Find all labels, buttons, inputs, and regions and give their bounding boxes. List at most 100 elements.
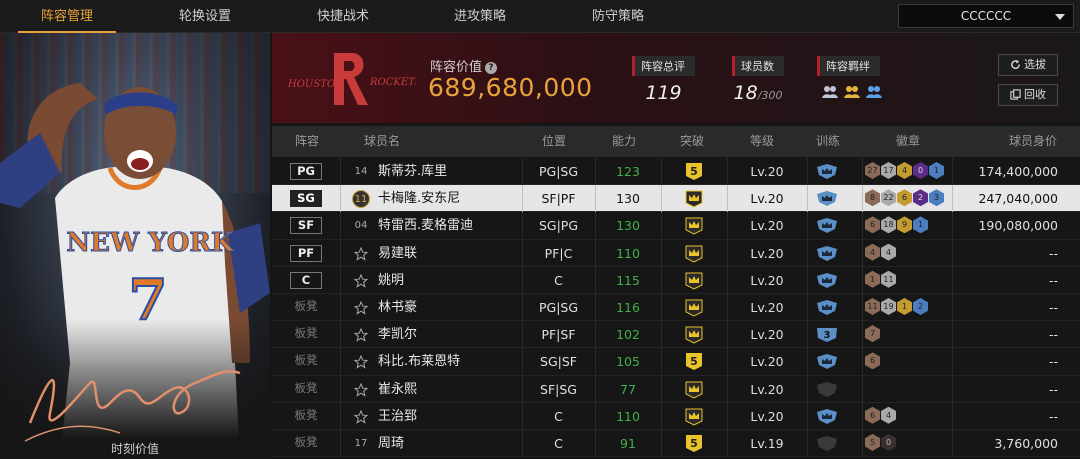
player-name[interactable]: 林书豪 (378, 294, 417, 321)
training-icon[interactable] (816, 299, 838, 316)
chemistry-stat: 阵容羁绊 (817, 55, 883, 100)
column-separator (952, 429, 953, 457)
badge-list[interactable]: 64 (865, 406, 896, 424)
player-name[interactable]: 王治郅 (378, 403, 417, 430)
player-name[interactable]: 李凯尔 (378, 321, 417, 348)
player-ability: 110 (616, 245, 640, 261)
crown-icon[interactable] (685, 298, 703, 317)
column-separator (952, 375, 953, 403)
crown-icon[interactable] (685, 244, 703, 263)
player-name[interactable]: 崔永熙 (378, 376, 417, 403)
col-position[interactable]: 位置 (524, 126, 584, 157)
lineup-slot[interactable]: SG (290, 190, 322, 208)
crown-icon[interactable] (685, 407, 703, 426)
player-name[interactable]: 易建联 (378, 240, 417, 267)
team-dropdown[interactable]: CCCCCC (898, 4, 1074, 28)
tab-rotation[interactable]: 轮换设置 (150, 0, 260, 33)
table-row[interactable]: PG 14 斯蒂芬.库里 PG|SG 123 5 Lv.20 27 17 4 0 1 174,400,0… (272, 158, 1080, 186)
badge-icon: 4 (897, 162, 912, 179)
training-icon[interactable] (816, 245, 838, 262)
tab-defense[interactable]: 防守策略 (563, 0, 673, 33)
tab-offense[interactable]: 进攻策略 (425, 0, 535, 33)
badge-list[interactable]: 50 (865, 433, 896, 451)
recycle-button[interactable]: 回收 (998, 84, 1058, 106)
table-row[interactable]: 板凳 王治郅 C 110 Lv.20 6 4 -- (272, 402, 1080, 430)
col-training[interactable]: 训练 (798, 126, 858, 157)
player-name[interactable]: 科比.布莱恩特 (378, 348, 460, 375)
col-breakthrough[interactable]: 突破 (662, 126, 722, 157)
breakthrough-level-icon[interactable]: 5 (685, 352, 703, 371)
star-icon (353, 327, 369, 346)
lineup-slot[interactable]: SF (290, 217, 322, 235)
breakthrough-level-icon[interactable]: 5 (685, 162, 703, 181)
badge-icon: 27 (865, 162, 880, 179)
tab-lineup[interactable]: 阵容管理 (12, 0, 122, 33)
crown-icon[interactable] (685, 189, 703, 208)
player-name[interactable]: 卡梅隆.安东尼 (378, 185, 460, 212)
col-ability[interactable]: 能力 (594, 126, 654, 157)
table-row[interactable]: SG 11 卡梅隆.安东尼 SF|PF 130 Lv.20 8 22 6 2 3 247,040,00… (272, 185, 1080, 213)
badge-list[interactable]: 6 18 9 1 (865, 216, 928, 234)
select-button[interactable]: 选拔 (998, 54, 1058, 76)
player-level: Lv.20 (750, 381, 784, 397)
crown-icon[interactable] (685, 271, 703, 290)
player-position: C (554, 272, 563, 288)
training-icon[interactable]: 3 (816, 326, 838, 343)
chemistry-icon-blue[interactable] (865, 82, 883, 100)
col-level[interactable]: 等级 (732, 126, 792, 157)
crown-icon[interactable] (685, 380, 703, 399)
column-separator (807, 212, 808, 240)
lineup-slot[interactable]: 板凳 (290, 408, 322, 425)
table-row[interactable]: 板凳 林书豪 PG|SG 116 Lv.20 11 19 1 2 -- (272, 293, 1080, 322)
lineup-slot[interactable]: PF (290, 244, 322, 262)
crown-icon[interactable] (685, 216, 703, 235)
col-salary[interactable]: 球员身价 (998, 126, 1068, 157)
training-icon[interactable] (816, 353, 838, 370)
player-name[interactable]: 周琦 (378, 430, 404, 457)
badge-icon: 2 (913, 297, 928, 315)
crown-icon[interactable] (685, 325, 703, 344)
training-icon[interactable] (816, 408, 838, 425)
badge-icon: 6 (865, 406, 880, 424)
player-name[interactable]: 特雷西.麦格雷迪 (378, 212, 473, 239)
lineup-slot[interactable]: 板凳 (290, 435, 322, 452)
table-row[interactable]: 板凳 17 周琦 C 91 5 Lv.19 5 0 3,760,000 (272, 429, 1080, 458)
chemistry-icon-gray[interactable] (821, 82, 839, 100)
training-icon[interactable] (816, 435, 838, 452)
table-row[interactable]: 板凳 崔永熙 SF|SG 77 Lv.20 -- (272, 375, 1080, 403)
lineup-slot[interactable]: PG (290, 163, 322, 180)
table-row[interactable]: 板凳 李凯尔 PF|SF 102 Lv.20 3 7 -- (272, 321, 1080, 349)
column-separator (807, 293, 808, 321)
table-row[interactable]: SF 04 特雷西.麦格雷迪 SG|PG 130 Lv.20 6 18 9 1 190,080,00… (272, 212, 1080, 240)
lineup-slot[interactable]: 板凳 (290, 353, 322, 370)
training-icon[interactable] (816, 381, 838, 398)
training-icon[interactable] (816, 163, 838, 180)
badge-list[interactable]: 8 22 6 2 3 (865, 189, 944, 207)
col-name[interactable]: 球员名 (352, 126, 412, 157)
lineup-slot[interactable]: C (290, 271, 322, 289)
chemistry-icon-gold[interactable] (843, 82, 861, 100)
col-lineup[interactable]: 阵容 (282, 126, 332, 157)
column-separator (661, 348, 662, 376)
badge-list[interactable]: 6 (865, 352, 880, 370)
lineup-slot[interactable]: 板凳 (290, 326, 322, 343)
player-portrait[interactable]: NEW YORK 7 时刻价值 (0, 33, 270, 459)
table-row[interactable]: PF 易建联 PF|C 110 Lv.20 4 4 -- (272, 239, 1080, 267)
badge-list[interactable]: 7 (865, 325, 880, 343)
training-icon[interactable] (816, 217, 838, 234)
player-name[interactable]: 斯蒂芬.库里 (378, 158, 447, 185)
badge-list[interactable]: 1 11 (865, 270, 896, 288)
badge-list[interactable]: 11 19 1 2 (865, 297, 928, 315)
badge-list[interactable]: 44 (865, 243, 896, 261)
lineup-slot[interactable]: 板凳 (290, 381, 322, 398)
tab-quick-tactics[interactable]: 快捷战术 (288, 0, 398, 33)
breakthrough-level-icon[interactable]: 5 (685, 434, 703, 453)
table-row[interactable]: 板凳 科比.布莱恩特 SG|SF 105 5 Lv.20 6 -- (272, 348, 1080, 376)
training-icon[interactable] (816, 190, 838, 207)
lineup-slot[interactable]: 板凳 (290, 299, 322, 316)
col-badges[interactable]: 徽章 (878, 126, 938, 157)
player-name[interactable]: 姚明 (378, 267, 404, 294)
badge-list[interactable]: 27 17 4 0 1 (865, 162, 944, 179)
table-row[interactable]: C 姚明 C 115 Lv.20 1 11 -- (272, 266, 1080, 294)
training-icon[interactable] (816, 272, 838, 289)
